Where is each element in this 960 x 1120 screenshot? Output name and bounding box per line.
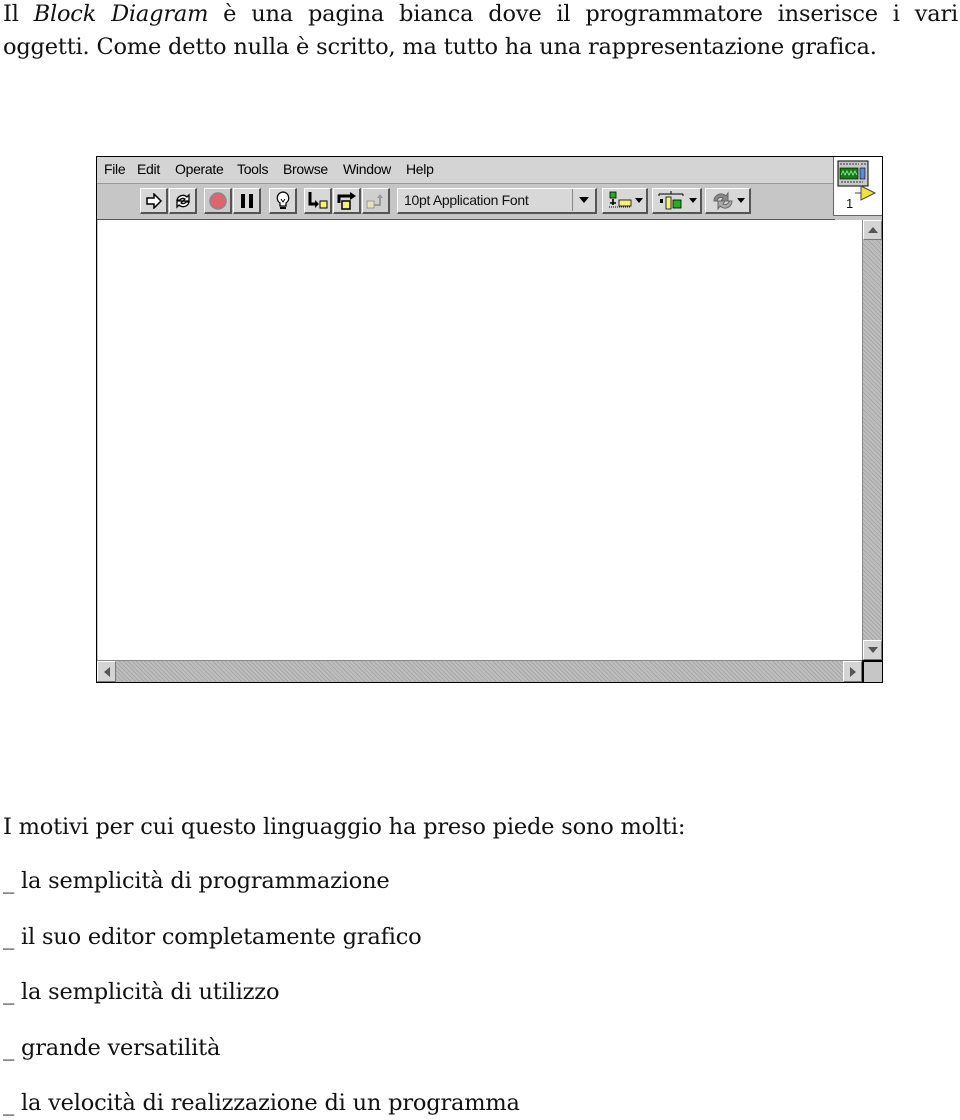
list-item: _ grande versatilità [3, 1035, 221, 1061]
run-arrow-icon [145, 192, 162, 209]
reasons-heading: I motivi per cui questo linguaggio ha pr… [3, 814, 686, 840]
step-over-button[interactable] [333, 188, 361, 214]
stop-icon [208, 191, 227, 210]
intro-prefix: Il [3, 1, 34, 27]
highlight-execution-button[interactable] [269, 188, 297, 214]
vertical-scrollbar[interactable] [862, 220, 882, 660]
lightbulb-icon [276, 190, 289, 209]
intro-line-1-rest: è una pagina bianca dove il programmator… [208, 1, 958, 27]
reorder-icon [713, 190, 745, 211]
scroll-left-button[interactable] [97, 661, 116, 682]
menu-help[interactable]: Help [406, 161, 434, 177]
pause-icon [240, 193, 253, 208]
list-item: _ la semplicità di programmazione [3, 868, 390, 894]
horizontal-scrollbar[interactable] [97, 660, 862, 682]
distribute-objects-icon [658, 190, 697, 209]
arrow-down-icon [867, 647, 878, 653]
toolbar: 10pt Application Font [97, 184, 835, 220]
menu-window[interactable]: Window [343, 161, 391, 177]
step-out-icon [366, 193, 383, 208]
vi-icon[interactable]: 1 [833, 157, 882, 216]
font-dropdown-arrow[interactable] [572, 189, 595, 211]
run-continuously-icon [175, 192, 190, 209]
intro-line-2: oggetti. Come detto nulla è scritto, ma … [3, 34, 877, 60]
scroll-down-button[interactable] [863, 640, 882, 660]
chevron-down-icon [579, 197, 589, 203]
menu-bar: File Edit Operate Tools Browse Window He… [97, 157, 835, 184]
arrow-right-icon [849, 666, 856, 677]
list-item: _ la semplicità di utilizzo [3, 979, 280, 1005]
step-into-icon [308, 191, 327, 208]
intro-line-1: Il Block Diagram è una pagina bianca dov… [3, 0, 958, 31]
menu-file[interactable]: File [104, 161, 126, 177]
menu-tools[interactable]: Tools [237, 161, 268, 177]
align-objects-icon [609, 191, 643, 207]
scroll-up-button[interactable] [863, 220, 882, 240]
abort-button[interactable] [204, 188, 232, 214]
vi-front-panel-icon [837, 160, 877, 201]
arrow-left-icon [103, 666, 110, 677]
block-diagram-window: File Edit Operate Tools Browse Window He… [96, 156, 883, 683]
list-item: _ la velocità di realizzazione di un pro… [3, 1090, 520, 1116]
menu-operate[interactable]: Operate [175, 161, 224, 177]
block-diagram-canvas[interactable] [98, 220, 862, 660]
intro-paragraph: Il Block Diagram è una pagina bianca dov… [3, 0, 958, 64]
reorder-objects-button[interactable] [705, 188, 751, 214]
scroll-right-button[interactable] [843, 661, 862, 682]
distribute-objects-button[interactable] [652, 188, 702, 214]
step-into-button[interactable] [304, 188, 332, 214]
block-diagram-term: Block Diagram [33, 1, 209, 27]
font-ring-select[interactable]: 10pt Application Font [397, 188, 597, 214]
menu-edit[interactable]: Edit [137, 161, 160, 177]
pause-button[interactable] [233, 188, 261, 214]
step-out-button[interactable] [362, 188, 390, 214]
list-item: _ il suo editor completamente grafico [3, 924, 422, 950]
align-objects-button[interactable] [602, 188, 648, 214]
resize-corner[interactable] [862, 660, 882, 682]
run-button[interactable] [140, 188, 168, 214]
run-continuously-button[interactable] [169, 188, 197, 214]
arrow-up-icon [867, 227, 878, 233]
step-over-icon [337, 191, 356, 210]
menu-browse[interactable]: Browse [283, 161, 328, 177]
font-select-value: 10pt Application Font [404, 192, 529, 208]
connector-pane-number: 1 [846, 196, 854, 211]
